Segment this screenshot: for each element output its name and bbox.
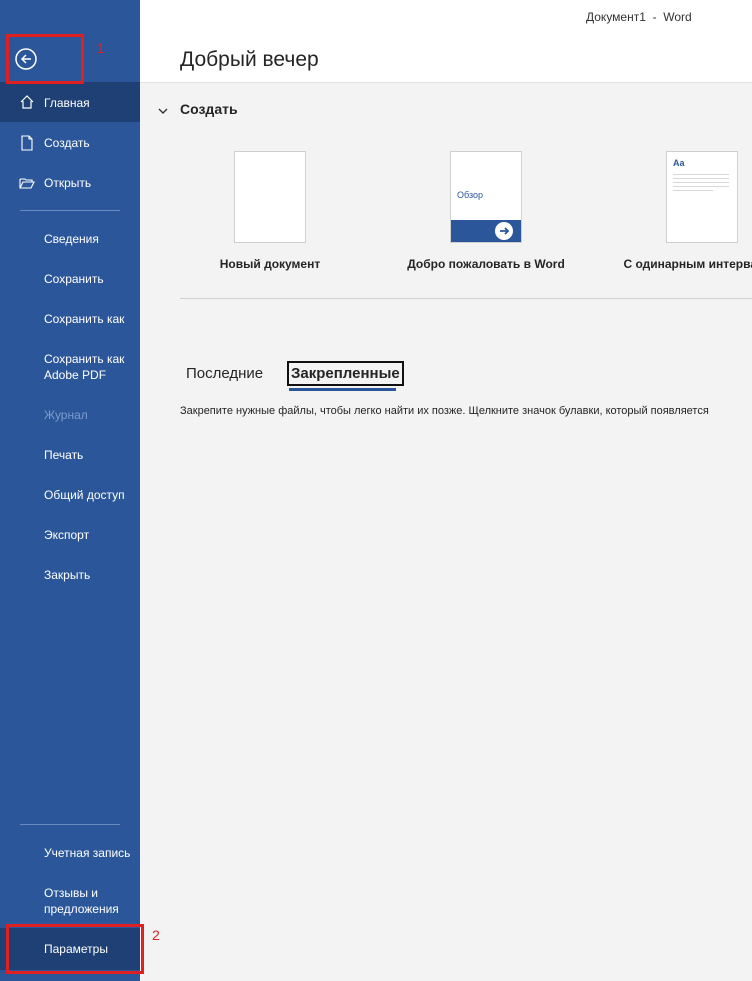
sidebar-item-feedback[interactable]: Отзывы и предложения: [0, 885, 140, 921]
template-label: С одинарным интервалом: [623, 257, 752, 271]
sidebar-item-new[interactable]: Создать: [0, 135, 140, 155]
sidebar-item-close[interactable]: Закрыть: [0, 567, 140, 587]
home-icon: [19, 94, 35, 110]
section-title: Создать: [180, 101, 238, 117]
sidebar-item-history: Журнал: [0, 407, 140, 427]
template-label: Добро пожаловать в Word: [407, 257, 565, 271]
sidebar-item-label: Журнал: [44, 408, 88, 422]
sidebar-item-save-as-pdf[interactable]: Сохранить как Adobe PDF: [0, 351, 140, 387]
blank-document-thumbnail: [234, 151, 306, 243]
welcome-tour-thumbnail: Обзор: [450, 151, 522, 243]
sidebar-item-label: Сведения: [44, 232, 99, 246]
pinned-info-text: Закрепите нужные файлы, чтобы легко найт…: [180, 405, 709, 417]
annotation-number-2: 2: [152, 927, 160, 943]
annotation-box-options: [6, 924, 144, 974]
thumbnail-band: [451, 220, 521, 242]
annotation-number-1: 1: [97, 40, 105, 56]
sidebar-item-label: Сохранить как Adobe PDF: [44, 352, 125, 382]
chevron-down-icon: [157, 104, 169, 116]
sidebar-divider: [20, 210, 120, 211]
thumbnail-text: Aa: [673, 158, 685, 168]
new-document-icon: [19, 135, 35, 151]
thumbnail-line: [673, 178, 729, 179]
sidebar-item-label: Экспорт: [44, 528, 90, 542]
sidebar-item-home[interactable]: Главная: [0, 82, 140, 122]
section-divider: [180, 298, 752, 299]
thumbnail-line: [673, 186, 729, 187]
sidebar-item-label: Общий доступ: [44, 488, 125, 502]
sidebar-item-label: Закрыть: [44, 568, 91, 582]
sidebar-item-label: Печать: [44, 448, 84, 462]
sidebar-item-label: Главная: [44, 96, 90, 110]
template-single-spaced[interactable]: Aa С одинарным интервалом: [597, 151, 752, 281]
thumbnail-line: [673, 190, 713, 191]
backstage-sidebar: Главная Создать Открыть Сведения Сохрани…: [0, 0, 140, 981]
thumbnail-text: Обзор: [457, 190, 483, 200]
tab-recent[interactable]: Последние: [186, 365, 263, 382]
sidebar-item-label: Создать: [44, 136, 90, 150]
template-welcome-tour[interactable]: Обзор Добро пожаловать в Word: [381, 151, 591, 281]
sidebar-divider: [20, 824, 120, 825]
sidebar-item-label: Отзывы и предложения: [44, 886, 119, 916]
sidebar-item-label: Учетная запись: [44, 846, 131, 860]
thumbnail-line: [673, 182, 729, 183]
sidebar-item-share[interactable]: Общий доступ: [0, 487, 140, 507]
arrow-right-icon: [495, 222, 513, 240]
tab-pinned[interactable]: Закрепленные: [287, 361, 404, 386]
thumbnail-line: [673, 174, 729, 175]
sidebar-item-export[interactable]: Экспорт: [0, 527, 140, 547]
sidebar-item-save[interactable]: Сохранить: [0, 271, 140, 291]
annotation-box-back: [6, 34, 84, 84]
tab-active-indicator: [289, 388, 396, 391]
sidebar-item-label: Сохранить: [44, 272, 104, 286]
template-blank-document[interactable]: Новый документ: [165, 151, 375, 281]
sidebar-item-label: Сохранить как: [44, 312, 125, 326]
sidebar-item-print[interactable]: Печать: [0, 447, 140, 467]
sidebar-item-info[interactable]: Сведения: [0, 231, 140, 251]
sidebar-item-open[interactable]: Открыть: [0, 175, 140, 195]
single-spaced-thumbnail: Aa: [666, 151, 738, 243]
page-title: Добрый вечер: [180, 48, 319, 71]
sidebar-item-save-as[interactable]: Сохранить как: [0, 311, 140, 331]
sidebar-item-label: Открыть: [44, 176, 92, 190]
sidebar-item-account[interactable]: Учетная запись: [0, 845, 140, 865]
open-folder-icon: [19, 175, 35, 191]
template-label: Новый документ: [219, 257, 321, 271]
window-title: Документ1 - Word: [586, 10, 692, 24]
